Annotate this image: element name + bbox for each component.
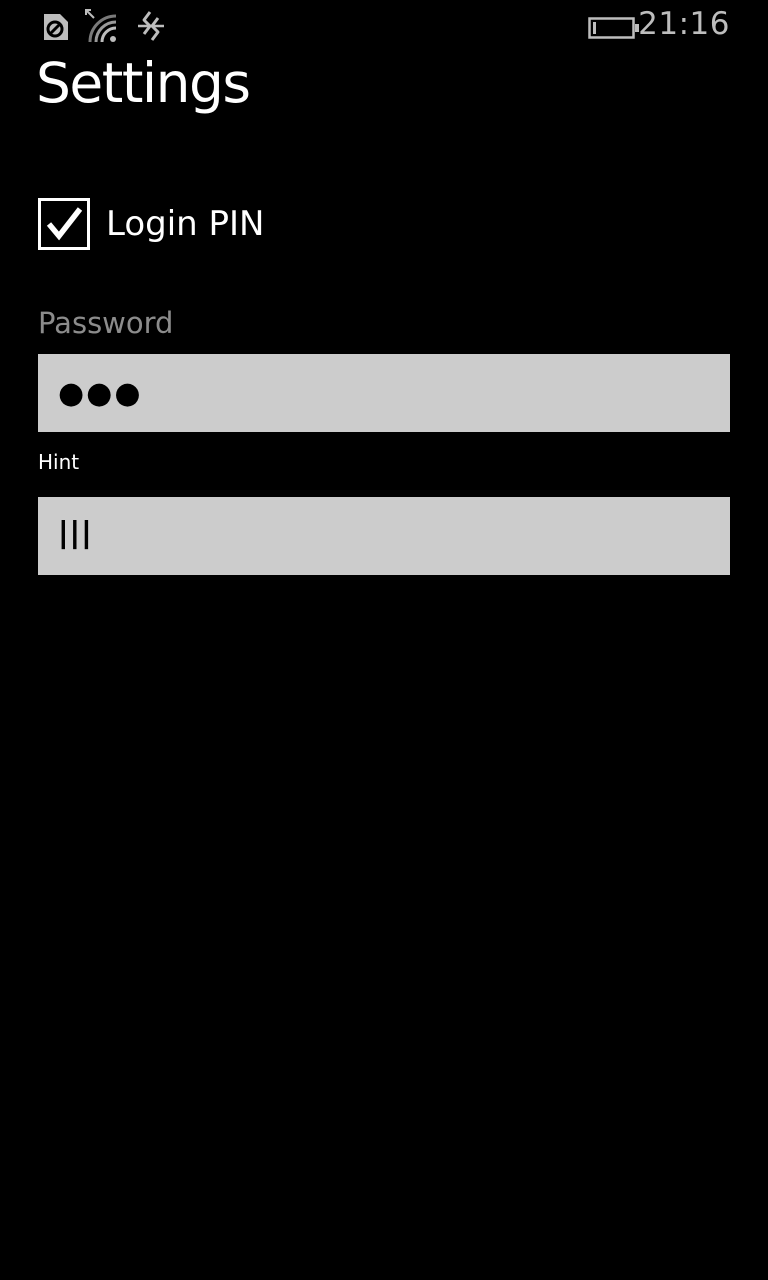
password-value: ●●● xyxy=(58,375,143,411)
page-title: Settings xyxy=(36,51,251,115)
wifi-signal-icon xyxy=(84,8,118,44)
login-pin-checkbox[interactable]: Login PIN xyxy=(38,198,265,250)
data-saver-icon xyxy=(36,8,70,44)
battery-icon xyxy=(588,16,640,40)
status-bar: 21:16 xyxy=(0,0,768,56)
password-label: Password xyxy=(38,306,174,340)
hint-label: Hint xyxy=(38,450,80,474)
password-field[interactable]: ●●● xyxy=(38,354,730,432)
vibrate-icon xyxy=(134,8,168,44)
checkmark-icon xyxy=(46,207,83,241)
hint-field[interactable]: lll xyxy=(38,497,730,575)
hint-value: lll xyxy=(58,514,93,558)
checkbox-box[interactable] xyxy=(38,198,90,250)
login-pin-label: Login PIN xyxy=(106,204,265,244)
clock: 21:16 xyxy=(638,6,730,42)
